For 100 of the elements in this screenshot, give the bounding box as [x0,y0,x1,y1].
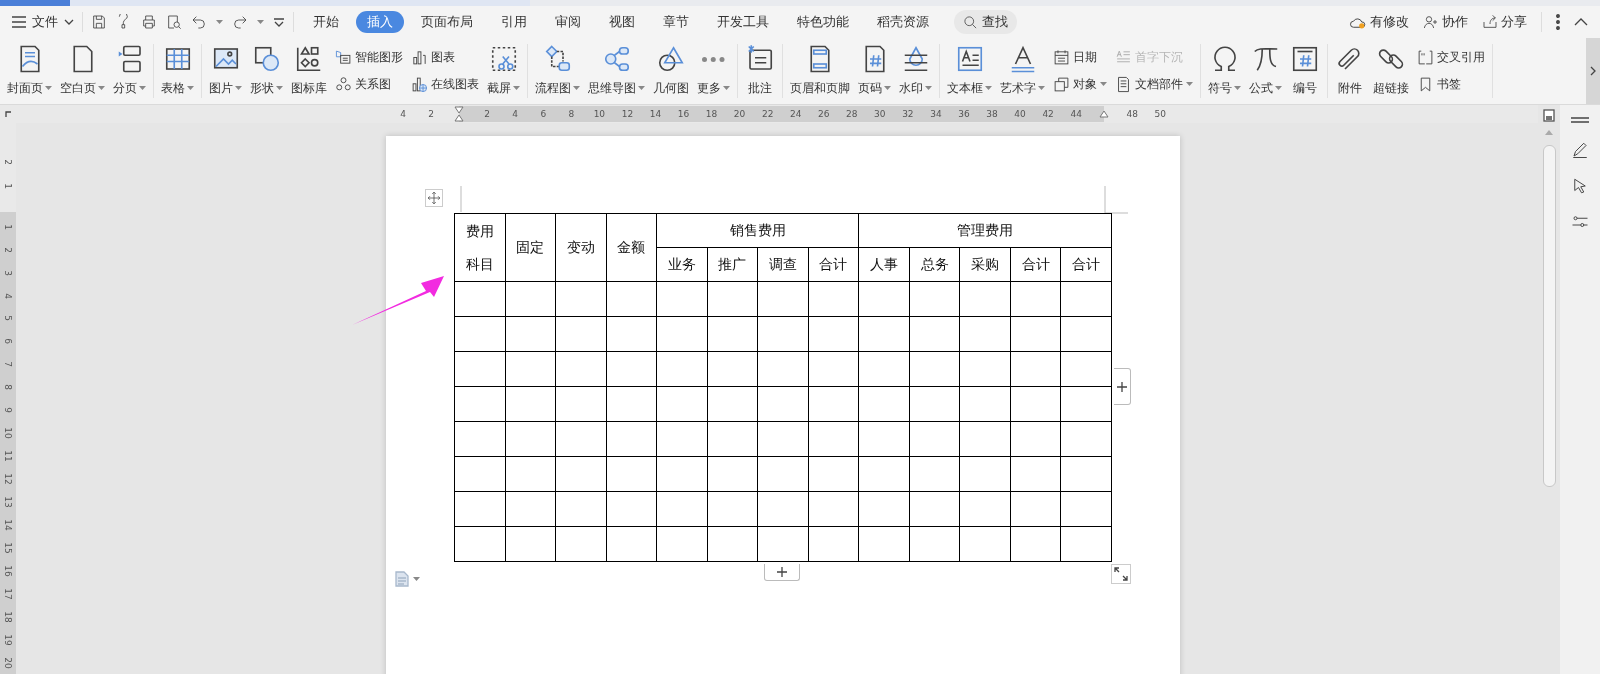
add-column-button[interactable] [1114,368,1131,405]
tab-stop-icon [5,111,11,117]
ribbon-button[interactable]: 表格 [159,44,196,98]
ribbon-button[interactable]: 几何图 [651,44,691,98]
table-cell [1060,491,1112,527]
table-cell [656,351,708,387]
plus-icon [777,567,787,577]
menu-tab[interactable]: 插入 [356,11,404,33]
add-row-button[interactable] [764,564,800,581]
ribbon-button[interactable]: 交叉引用 [1415,47,1487,68]
table-cell [555,351,607,387]
panel-toggle-icon [1571,117,1589,123]
scrollbar-thumb[interactable] [1542,145,1556,487]
table-header: 销售费用 [656,213,859,248]
ribbon-button[interactable]: 封面页 [5,44,54,98]
toolbar-button[interactable]: 分享 [1482,13,1527,31]
ribbon-button[interactable]: 流程图 [533,44,582,98]
table-cell [505,526,556,562]
paragraph-button[interactable] [395,571,420,587]
table-cell [808,386,859,422]
ribbon-button[interactable]: 智能图形 [333,47,405,68]
ruler-number: 36 [957,109,971,119]
table-cell [808,526,859,562]
table-cell [808,491,859,527]
menu-tab[interactable]: 开发工具 [706,11,780,33]
ribbon-button[interactable]: 附件 [1333,44,1367,98]
ruler-number: 22 [760,109,775,119]
table-cell [909,386,960,422]
ruler-number: 10 [592,109,607,119]
ribbon-button[interactable]: 形状 [248,44,285,98]
ribbon-button[interactable]: 日期 [1051,47,1109,68]
table-cell [555,421,607,457]
ruler-number: 7 [3,361,13,368]
ribbon-button[interactable]: 图标库 [289,44,329,98]
table-cell [757,316,809,352]
ribbon-button[interactable]: 艺术字 [998,44,1047,98]
toolbar-button[interactable]: 有修改 [1349,13,1409,31]
table-move-handle[interactable] [425,189,443,207]
ribbon-button[interactable]: 空白页 [58,44,107,98]
ribbon-button[interactable]: 批注 [743,44,777,98]
toolbar-button[interactable]: 协作 [1423,13,1468,31]
bracket-icon [1417,49,1434,66]
share-icon [1482,14,1498,30]
table-cell [959,281,1011,317]
ribbon-button[interactable]: 思维导图 [586,44,647,98]
table-cell [1060,351,1112,387]
ribbon-button[interactable]: 符号 [1206,44,1243,98]
indent-marker-icon [1099,110,1110,118]
ribbon-button[interactable]: 页码 [856,44,893,98]
table-cell [606,351,657,387]
ruler-number: 8 [567,109,576,119]
ribbon-button[interactable]: 分页 [111,44,148,98]
menu-tab[interactable]: 特色功能 [786,11,860,33]
table-cell [505,351,556,387]
table-cell [454,456,506,492]
menu-tab[interactable]: 稻壳资源 [866,11,940,33]
ribbon-button[interactable]: 页眉和页脚 [788,44,852,98]
table-cell [858,526,910,562]
menu-tab[interactable]: 审阅 [544,11,592,33]
table-header: 变动 [555,213,607,282]
ruler-number: 1 [3,183,13,189]
menu-tab[interactable]: 页面布局 [410,11,484,33]
table-cell [1060,456,1112,492]
move-icon [427,191,441,205]
table-resize-handle[interactable] [1111,564,1131,584]
ribbon-button[interactable]: 更多 [695,44,732,98]
ribbon-button[interactable]: 截屏 [485,44,522,98]
ruler-number: 32 [901,109,915,119]
table-cell [505,281,556,317]
table-cell [707,351,758,387]
ruler-number: 38 [985,109,999,119]
ribbon-button[interactable]: 关系图 [333,74,405,95]
ruler-number: 48 [1125,109,1139,119]
table-cell [656,526,708,562]
chevron-up-icon [1574,18,1588,26]
menu-tab[interactable]: 章节 [652,11,700,33]
ribbon-button[interactable]: 文档部件 [1113,74,1195,95]
caret-icon [257,19,264,25]
ribbon-button[interactable]: 编号 [1288,44,1322,98]
ribbon-button[interactable]: 文本框 [945,44,994,98]
table-cell [808,421,859,457]
ruler-number: 8 [3,384,13,391]
menu-tab[interactable]: 引用 [490,11,538,33]
menu-tab[interactable]: 视图 [598,11,646,33]
ribbon-button[interactable]: 公式 [1247,44,1284,98]
ribbon-button[interactable]: 书签 [1415,74,1487,95]
file-menu[interactable]: 文件 [12,13,74,31]
document-icon [395,571,409,587]
menu-tab[interactable]: 开始 [302,11,350,33]
ruler-number: 15 [3,542,13,554]
ribbon-button[interactable]: 在线图表 [409,74,481,95]
ribbon-button[interactable]: 对象 [1051,74,1109,95]
ribbon-button[interactable]: 超链接 [1371,44,1411,98]
search-button[interactable]: 查找 [954,10,1017,34]
table-cell [707,456,758,492]
redo-icon [232,14,248,30]
ribbon-button[interactable]: 图片 [207,44,244,98]
ribbon-button[interactable]: 图表 [409,47,481,68]
ribbon-button[interactable]: 水印 [897,44,934,98]
table-cell [606,526,657,562]
